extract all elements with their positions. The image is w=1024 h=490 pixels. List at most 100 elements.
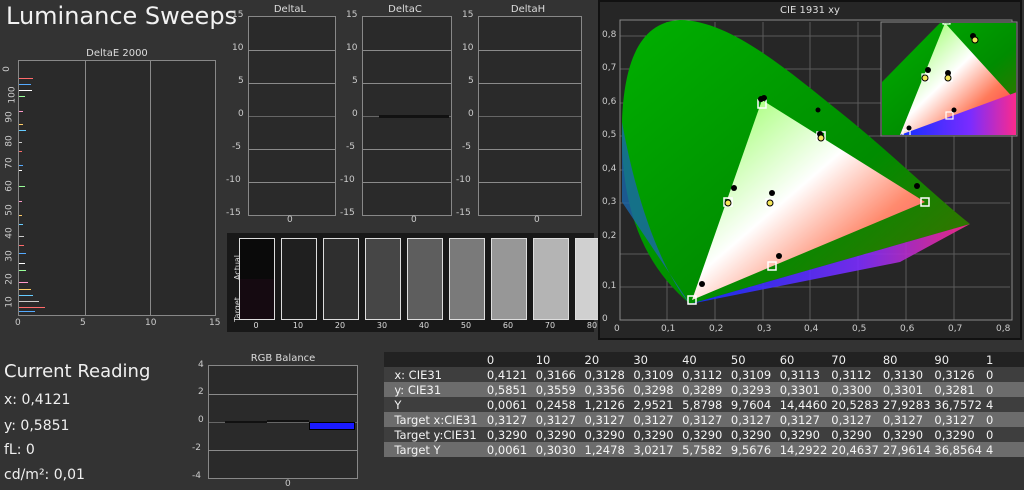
table-cell: 3,0217: [629, 442, 679, 457]
table-cell: 0,3127: [678, 412, 727, 427]
row-label: Target Y: [390, 442, 483, 457]
deltac-title: DeltaC: [388, 4, 422, 15]
table-header-cell: 20: [580, 352, 630, 367]
deltae-bar: [19, 282, 28, 283]
table-cell: 0,3290: [930, 427, 982, 442]
table-cell: 0,3293: [726, 382, 776, 397]
table-cell: 0,3300: [827, 382, 879, 397]
deltal-plot: [248, 16, 336, 216]
table-cell: 1,2478: [580, 442, 630, 457]
deltae-bar: [19, 301, 39, 302]
row-label: Y: [390, 397, 483, 412]
delta-y-tick: 10: [462, 43, 474, 53]
table-row[interactable]: Target y:CIE31 0,3290 0,3290 0,3290 0,3290 0,…: [384, 427, 1024, 442]
deltal-title: DeltaL: [273, 4, 307, 15]
table-cell: 0,3112: [678, 367, 727, 382]
table-row[interactable]: y: CIE31 0,5851 0,3559 0,3356 0,3298 0,3289 0,…: [384, 382, 1024, 397]
table-cell: 0,4121: [482, 367, 532, 382]
deltae-x-tick: 0: [15, 318, 21, 328]
delta-y-tick: 0: [238, 109, 244, 119]
deltae-bar: [19, 124, 23, 125]
table-cell: 0,3290: [629, 427, 679, 442]
table-row[interactable]: Target Y 0,0061 0,3030 1,2478 3,0217 5,7582 9,…: [384, 442, 1024, 457]
table-cell: 0,3127: [629, 412, 679, 427]
table-cell: 0,3559: [531, 382, 581, 397]
table-cell: 5,7582: [678, 442, 727, 457]
table-header-cell: 10: [531, 352, 581, 367]
delta-y-tick: 0: [352, 109, 358, 119]
deltae-y-tick: 90: [4, 111, 15, 123]
rgb-y-tick: -2: [192, 443, 201, 453]
table-cell: 5,8798: [678, 397, 727, 412]
deltah-plot: [478, 16, 582, 216]
cie-x-tick: 0,4: [804, 324, 819, 334]
table-cell: 0: [981, 367, 1024, 382]
grayscale-swatch: [239, 238, 275, 320]
table-cell: 20,5283: [827, 397, 879, 412]
deltae-bar: [19, 151, 22, 152]
deltae-bar: [19, 130, 26, 131]
cie-y-tick: 0,5: [602, 130, 617, 140]
table-cell: 0,3290: [678, 427, 727, 442]
table-cell: 0,5851: [482, 382, 532, 397]
deltae-bar: [19, 170, 22, 171]
table-header-cell: 40: [678, 352, 727, 367]
cie-x-tick: 0,2: [709, 324, 724, 334]
table-header-cell: 80: [878, 352, 931, 367]
grayscale-swatch: [449, 238, 485, 320]
table-cell: 0,3289: [678, 382, 727, 397]
table-cell: 0,3127: [482, 412, 532, 427]
swatch-level-label: 10: [292, 321, 304, 330]
deltae-bar: [19, 142, 22, 143]
table-row[interactable]: x: CIE31 0,4121 0,3166 0,3128 0,3109 0,3112 0,…: [384, 367, 1024, 382]
table-header-row: 0 10 20 30 40 50 60 70 80 90 1: [384, 352, 1024, 367]
table-cell: 0,3290: [482, 427, 532, 442]
table-row[interactable]: Target x:CIE31 0,3127 0,3127 0,3127 0,3127 0,…: [384, 412, 1024, 427]
table-cell: 9,5676: [726, 442, 776, 457]
deltae-bar: [19, 253, 26, 254]
deltae-title: DeltaE 2000: [86, 48, 148, 59]
table-cell: 0,3290: [827, 427, 879, 442]
table-row[interactable]: Y 0,0061 0,2458 1,2126 2,9521 5,8798 9,7604 14,…: [384, 397, 1024, 412]
deltae-bar: [19, 224, 23, 225]
reading-x: x: 0,4121: [4, 392, 71, 408]
cie-y-tick: 0,8: [602, 30, 617, 40]
rgb-blue-bar: [309, 422, 355, 430]
table-cell: 0,0061: [482, 397, 532, 412]
table-cell: 0,3281: [930, 382, 982, 397]
reading-y: y: 0,5851: [4, 418, 70, 434]
deltae-bar: [19, 215, 22, 216]
table-cell: 0,2458: [531, 397, 581, 412]
rgb-red-bar: [225, 421, 267, 423]
delta-y-tick: 15: [232, 10, 244, 20]
table-cell: 0,3109: [726, 367, 776, 382]
deltae-y-tick: 80: [4, 135, 15, 147]
table-header-cell: 70: [827, 352, 879, 367]
table-cell: 0,3127: [930, 412, 982, 427]
cie-y-tick: 0: [602, 314, 608, 324]
table-cell: 0,3127: [878, 412, 931, 427]
delta-y-tick: -10: [456, 175, 471, 185]
table-cell: 27,9283: [878, 397, 931, 412]
table-header-cell: 1: [981, 352, 1024, 367]
grayscale-swatch: [533, 238, 569, 320]
delta-y-tick: -15: [340, 208, 355, 218]
rgb-y-tick: 2: [198, 387, 204, 397]
table-cell: 0,3127: [827, 412, 879, 427]
table-cell: 2,9521: [629, 397, 679, 412]
delta-y-tick: 5: [238, 76, 244, 86]
deltae-bar: [19, 111, 23, 112]
table-cell: 0: [981, 382, 1024, 397]
swatch-level-label: 50: [460, 321, 472, 330]
delta-y-tick: 10: [232, 43, 244, 53]
deltac-plot: [362, 16, 452, 216]
swatch-level-label: 0: [253, 321, 259, 330]
delta-y-tick: -5: [462, 142, 471, 152]
delta-y-tick: 15: [462, 10, 474, 20]
table-header-cell: [390, 352, 483, 367]
deltae-y-tick: 10: [4, 296, 15, 308]
table-header-cell: 60: [775, 352, 828, 367]
table-cell: 0,3290: [878, 427, 931, 442]
grayscale-swatch: [491, 238, 527, 320]
swatch-level-label: 20: [334, 321, 346, 330]
